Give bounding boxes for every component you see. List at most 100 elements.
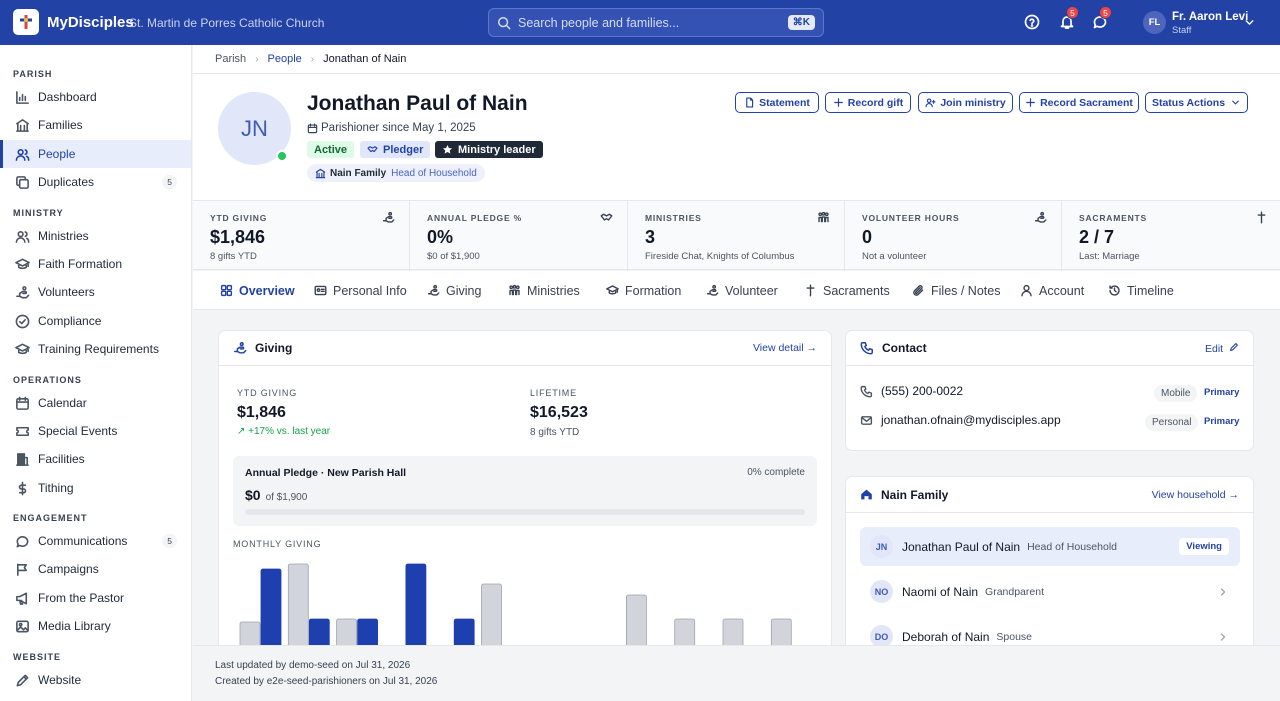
- search-shortcut: ⌘K: [787, 15, 815, 30]
- search-placeholder: Search people and families...: [518, 15, 680, 30]
- tab-ministries[interactable]: Ministries: [508, 271, 580, 310]
- sidebar-item-media-library[interactable]: Media Library: [0, 612, 191, 640]
- sidebar-item-label: Training Requirements: [38, 342, 159, 356]
- stat-sub: 8 gifts YTD: [210, 251, 257, 262]
- status-actions-button[interactable]: Status Actions: [1145, 92, 1248, 113]
- chevron-down-icon[interactable]: [1243, 16, 1256, 29]
- statement-button[interactable]: Statement: [735, 92, 819, 113]
- paperclip-icon: [913, 285, 924, 296]
- messages-button[interactable]: 5: [1092, 6, 1112, 30]
- sidebar-item-people[interactable]: People: [0, 140, 191, 168]
- app-name[interactable]: MyDisciples: [47, 14, 134, 31]
- sidebar-item-dashboard[interactable]: Dashboard: [0, 83, 191, 111]
- hand-coin-icon: [382, 211, 395, 223]
- home-icon: [861, 489, 872, 500]
- stat-label: SACRAMENTS: [1079, 213, 1147, 223]
- sidebar: PARISH Dashboard Families People Duplica…: [0, 45, 192, 701]
- breadcrumb-people[interactable]: People: [268, 53, 302, 65]
- sidebar-item-tithing[interactable]: Tithing: [0, 474, 191, 502]
- plus-icon: [833, 98, 843, 107]
- sidebar-item-campaigns[interactable]: Campaigns: [0, 555, 191, 583]
- tab-volunteer[interactable]: Volunteer: [706, 271, 778, 310]
- stat-ministries[interactable]: MINISTRIES 3 Fireside Chat, Knights of C…: [628, 201, 845, 271]
- stat-annual-pledge[interactable]: ANNUAL PLEDGE % 0% $0 of $1,900: [410, 201, 628, 271]
- sidebar-section-operations: OPERATIONS: [13, 375, 82, 385]
- phone-primary-label: Primary: [1204, 387, 1240, 398]
- hand-icon: [1034, 211, 1047, 223]
- ytd-value: $1,846: [237, 404, 286, 421]
- building-icon: [16, 452, 29, 466]
- pledger-label: Pledger: [383, 143, 424, 156]
- join-ministry-button[interactable]: Join ministry: [918, 92, 1013, 113]
- grid-icon: [220, 284, 233, 297]
- breadcrumb-parish[interactable]: Parish: [215, 53, 246, 65]
- stat-label: YTD GIVING: [210, 213, 268, 223]
- tab-formation[interactable]: Formation: [606, 271, 681, 310]
- edit-contact-link[interactable]: Edit: [1205, 342, 1239, 355]
- logo-icon[interactable]: [13, 9, 39, 35]
- sidebar-item-label: Communications: [38, 534, 128, 548]
- tab-timeline[interactable]: Timeline: [1108, 271, 1174, 310]
- building-icon: [16, 118, 29, 132]
- sidebar-item-facilities[interactable]: Facilities: [0, 445, 191, 473]
- breadcrumb: Parish › People › Jonathan of Nain: [193, 45, 1280, 74]
- giving-card-title: Giving: [255, 341, 293, 355]
- view-household-link[interactable]: View household →: [1152, 489, 1239, 501]
- record-sacrament-button[interactable]: Record Sacrament: [1019, 92, 1139, 113]
- notification-count-badge: 5: [1066, 6, 1079, 19]
- contact-card: Contact Edit (555) 200-0022 Mobile Prima…: [845, 330, 1254, 451]
- record-sacrament-label: Record Sacrament: [1040, 96, 1133, 109]
- sidebar-item-label: Website: [38, 673, 82, 687]
- user-avatar[interactable]: FL: [1143, 11, 1166, 34]
- record-gift-button[interactable]: Record gift: [825, 92, 911, 113]
- hand-icon: [706, 284, 719, 296]
- group-icon: [509, 284, 520, 296]
- family-chip[interactable]: Nain Family Head of Household: [307, 164, 485, 182]
- family-member-row[interactable]: JN Jonathan Paul of Nain Head of Househo…: [860, 527, 1240, 566]
- people-icon: [15, 148, 30, 161]
- sidebar-item-training-requirements[interactable]: Training Requirements: [0, 335, 191, 363]
- id-card-icon: [314, 285, 327, 296]
- sidebar-item-compliance[interactable]: Compliance: [0, 307, 191, 335]
- tab-sacraments[interactable]: Sacraments: [804, 271, 890, 310]
- tab-account[interactable]: Account: [1020, 271, 1084, 310]
- pledge-complete: 0% complete: [747, 467, 805, 478]
- status-dot: [276, 150, 288, 162]
- hand-icon: [16, 285, 30, 298]
- family-member-row[interactable]: NO Naomi of Nain Grandparent: [860, 572, 1240, 611]
- sidebar-item-calendar[interactable]: Calendar: [0, 389, 191, 417]
- user-name[interactable]: Fr. Aaron Levi: [1172, 11, 1248, 23]
- sidebar-item-volunteers[interactable]: Volunteers: [0, 278, 191, 306]
- sidebar-item-ministries[interactable]: Ministries: [0, 222, 191, 250]
- sidebar-item-website[interactable]: Website: [0, 666, 191, 694]
- phone-type-chip: Mobile: [1154, 385, 1198, 402]
- stat-sacraments[interactable]: SACRAMENTS 2 / 7 Last: Marriage: [1062, 201, 1280, 271]
- view-detail-link[interactable]: View detail →: [753, 342, 817, 354]
- tab-personal-info[interactable]: Personal Info: [314, 271, 407, 310]
- stat-ytd-giving[interactable]: YTD GIVING $1,846 8 gifts YTD: [193, 201, 410, 271]
- star-icon: [442, 145, 453, 154]
- church-name: St. Martin de Porres Catholic Church: [129, 16, 325, 30]
- sidebar-item-faith-formation[interactable]: Faith Formation: [0, 250, 191, 278]
- tab-files-notes[interactable]: Files / Notes: [912, 271, 1000, 310]
- pledge-amount: $0: [245, 487, 261, 503]
- sidebar-item-families[interactable]: Families: [0, 111, 191, 139]
- stat-volunteer-hours[interactable]: VOLUNTEER HOURS 0 Not a volunteer: [845, 201, 1062, 271]
- search-input[interactable]: Search people and families... ⌘K: [488, 8, 824, 37]
- tab-giving[interactable]: Giving: [427, 271, 481, 310]
- notifications-button[interactable]: 5: [1059, 6, 1079, 30]
- sidebar-item-from-the-pastor[interactable]: From the Pastor: [0, 584, 191, 612]
- member-avatar: JN: [870, 535, 893, 558]
- stat-sub: Fireside Chat, Knights of Columbus: [645, 251, 795, 262]
- sidebar-item-special-events[interactable]: Special Events: [0, 417, 191, 445]
- help-icon[interactable]: [1024, 14, 1040, 30]
- leader-badge: Ministry leader: [435, 141, 543, 158]
- sidebar-item-label: Families: [38, 118, 83, 132]
- sidebar-item-duplicates[interactable]: Duplicates 5: [0, 168, 191, 196]
- tab-bar: Overview Personal Info Giving Ministries…: [193, 271, 1280, 310]
- pledge-progress-box: Annual Pledge · New Parish Hall 0% compl…: [233, 456, 817, 526]
- tab-overview[interactable]: Overview: [220, 271, 295, 310]
- sidebar-item-communications[interactable]: Communications 5: [0, 527, 191, 555]
- stat-label: MINISTRIES: [645, 213, 702, 223]
- sidebar-item-label: Faith Formation: [38, 257, 123, 271]
